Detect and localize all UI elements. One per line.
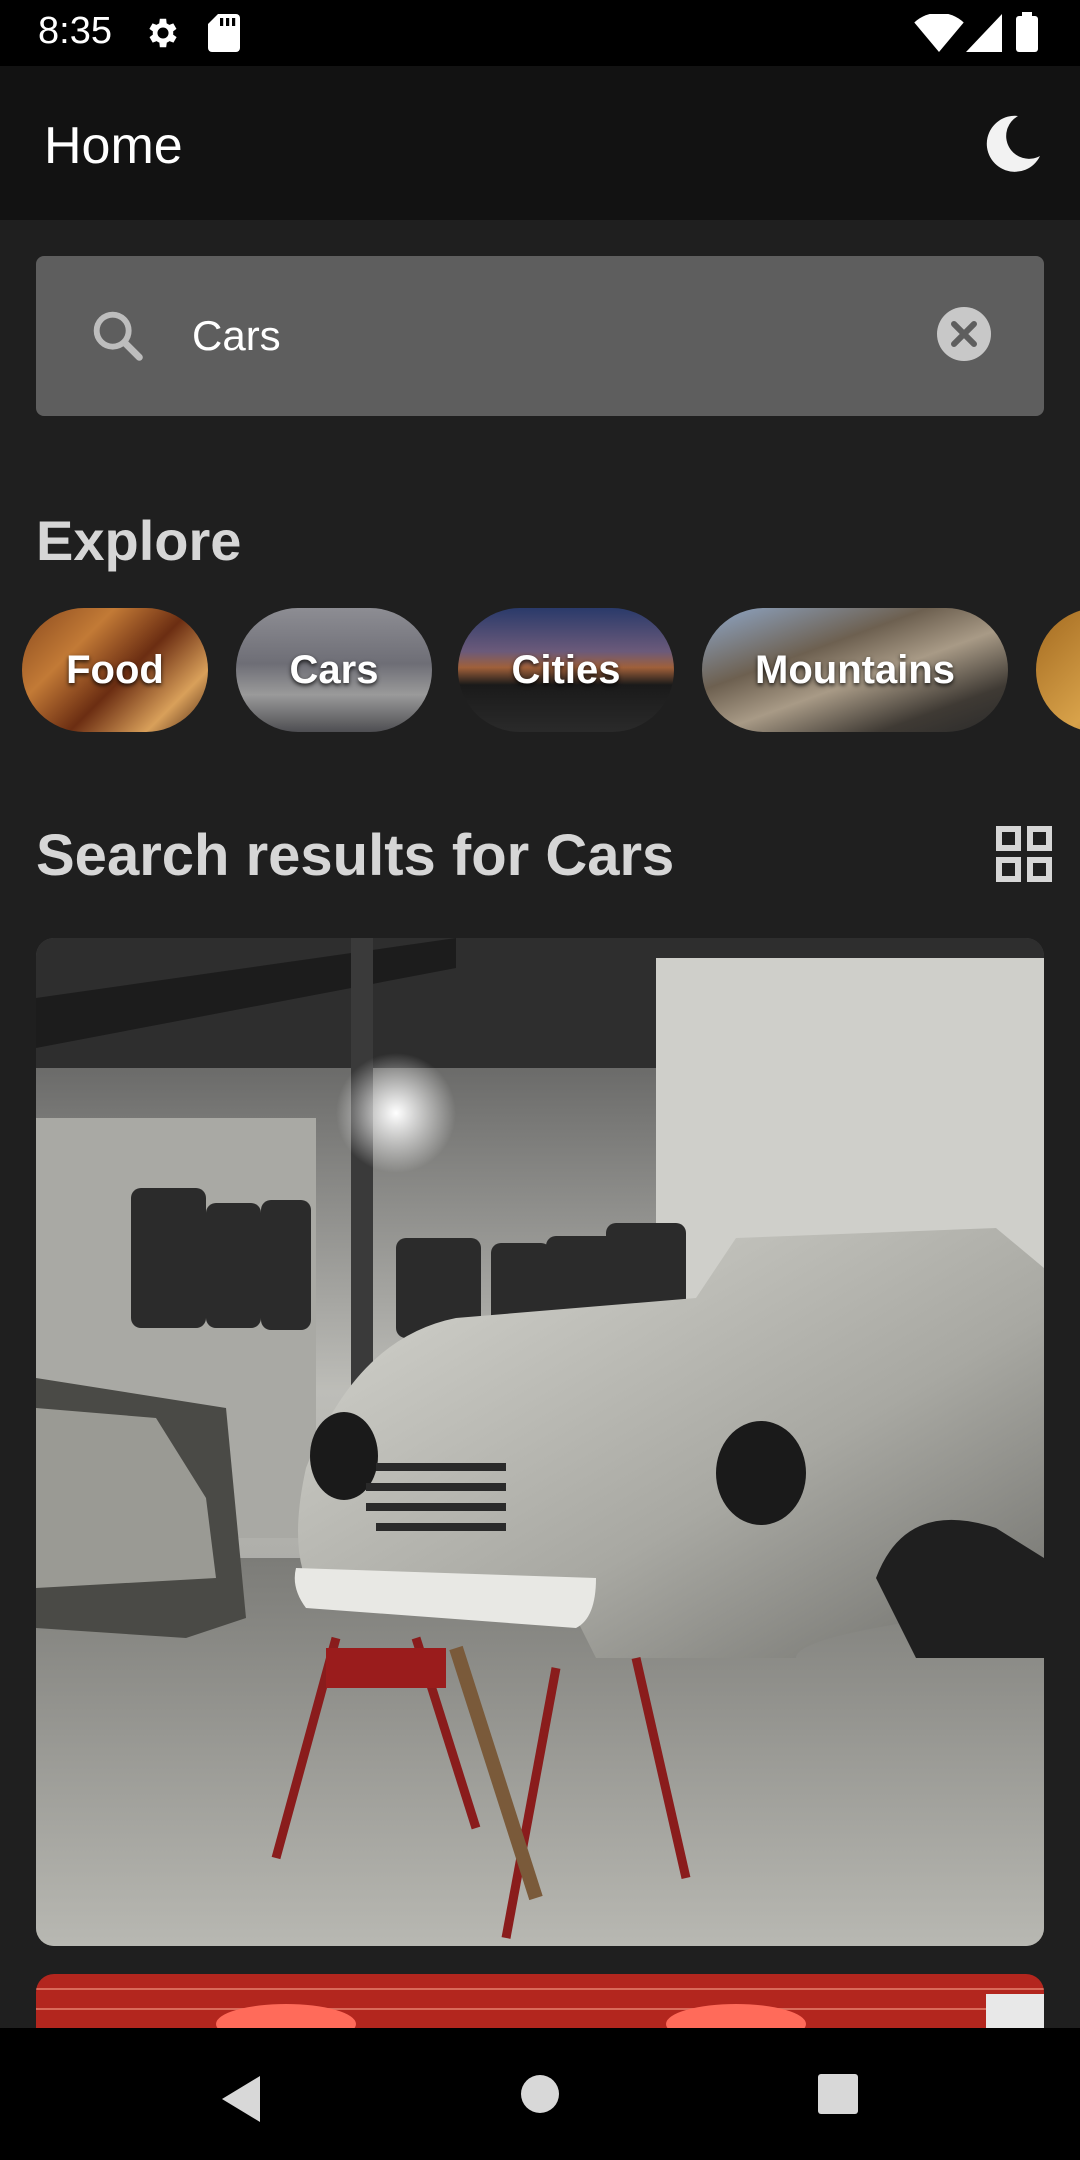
chip-label: Cars <box>289 647 379 692</box>
chip-label: Mountains <box>755 647 955 692</box>
diner-photo <box>36 1974 1044 2034</box>
navigation-bar <box>0 2028 1080 2160</box>
gear-icon <box>149 18 177 48</box>
back-icon <box>222 2076 260 2122</box>
clear-icon <box>937 307 991 361</box>
home-button[interactable] <box>520 2074 560 2114</box>
car-garage-photo <box>36 938 1044 1946</box>
grid-view-button[interactable] <box>996 826 1052 882</box>
search-bar[interactable]: Cars <box>36 256 1044 416</box>
sd-card-icon <box>208 14 240 52</box>
wifi-icon <box>914 14 964 52</box>
chip-label: Cities <box>511 647 621 692</box>
recents-icon <box>818 2074 858 2114</box>
chip-mountains[interactable]: Mountains <box>702 608 1008 732</box>
clear-search-button[interactable] <box>936 306 992 362</box>
status-bar: 8:35 <box>0 0 1080 66</box>
app-bar: Home <box>0 66 1080 220</box>
home-icon <box>521 2075 559 2113</box>
search-input[interactable]: Cars <box>192 312 281 360</box>
chip-next-category[interactable] <box>1036 608 1080 732</box>
explore-heading: Explore <box>36 509 242 572</box>
recents-button[interactable] <box>816 2072 860 2116</box>
moon-icon <box>986 115 1040 172</box>
chip-cities[interactable]: Cities <box>458 608 674 732</box>
search-icon <box>93 311 143 361</box>
grid-view-icon <box>996 826 1052 882</box>
chip-food[interactable]: Food <box>22 608 208 732</box>
chip-cars[interactable]: Cars <box>236 608 432 732</box>
status-time: 8:35 <box>38 10 112 52</box>
back-button[interactable] <box>218 2074 262 2124</box>
category-chips: Food Cars Cities Mountains <box>0 608 1080 732</box>
results-heading: Search results for Cars <box>36 823 675 888</box>
signal-icon <box>966 14 1002 52</box>
chip-label: Food <box>66 647 164 692</box>
page-title: Home <box>44 117 183 175</box>
battery-icon <box>1016 12 1038 52</box>
result-image-card[interactable] <box>36 1974 1044 2034</box>
result-image-card[interactable] <box>36 938 1044 1946</box>
theme-toggle-button[interactable] <box>980 112 1044 176</box>
